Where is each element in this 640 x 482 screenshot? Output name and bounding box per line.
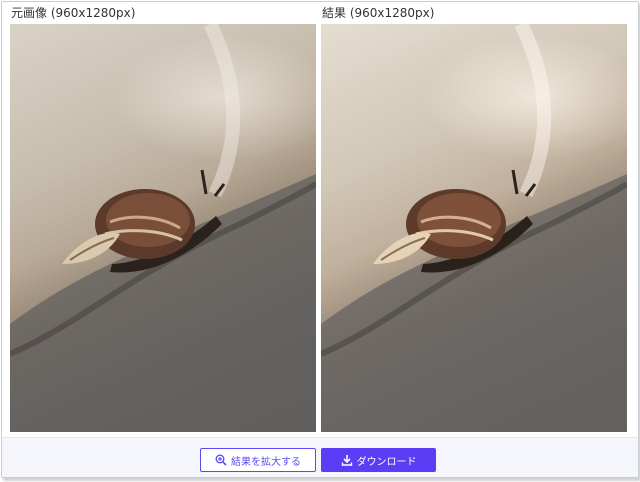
original-image: [10, 24, 316, 432]
download-icon: [341, 454, 353, 466]
zoom-in-icon: [215, 454, 227, 466]
original-title: 元画像 (960x1280px): [11, 6, 136, 20]
result-image: [321, 24, 627, 432]
download-button[interactable]: ダウンロード: [321, 448, 436, 472]
result-title: 結果 (960x1280px): [322, 6, 435, 20]
zoom-result-button[interactable]: 結果を拡大する: [200, 448, 316, 472]
original-panel: 元画像 (960x1280px): [10, 2, 316, 432]
image-compare-window: 元画像 (960x1280px) 結果 (960x1280px) 結果を拡大する…: [1, 1, 639, 478]
result-panel: 結果 (960x1280px): [321, 2, 627, 432]
download-label: ダウンロード: [356, 456, 417, 468]
action-bar: 結果を拡大する ダウンロード: [2, 437, 638, 477]
zoom-result-label: 結果を拡大する: [231, 456, 301, 468]
